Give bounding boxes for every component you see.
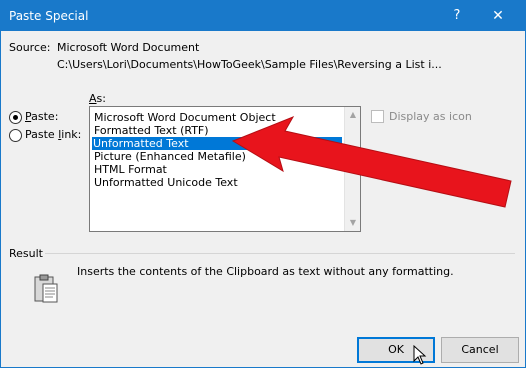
mouse-cursor-icon	[413, 344, 427, 365]
clipboard-icon	[31, 273, 63, 305]
paste-radio-label[interactable]: Paste:	[25, 110, 58, 123]
paste-radio[interactable]	[9, 111, 22, 124]
list-item[interactable]: Formatted Text (RTF)	[93, 124, 211, 137]
source-label: Source:	[9, 41, 51, 54]
close-button[interactable]: ✕	[485, 5, 511, 27]
paste-special-dialog: Paste Special ? ✕ Source: Microsoft Word…	[0, 0, 526, 368]
cancel-button[interactable]: Cancel	[441, 337, 519, 363]
dialog-title: Paste Special	[9, 9, 89, 23]
paste-link-radio[interactable]	[9, 129, 22, 142]
paste-link-radio-label[interactable]: Paste link:	[25, 128, 81, 141]
list-item[interactable]: HTML Format	[93, 163, 169, 176]
result-label: Result	[9, 247, 43, 260]
source-path: C:\Users\Lori\Documents\HowToGeek\Sample…	[57, 58, 442, 71]
result-divider	[45, 253, 515, 254]
as-label: As:	[89, 92, 106, 105]
annotation-arrow-icon	[231, 116, 512, 208]
source-name: Microsoft Word Document	[57, 41, 200, 54]
list-item[interactable]: Picture (Enhanced Metafile)	[93, 150, 248, 163]
help-button[interactable]: ?	[447, 6, 467, 26]
list-item[interactable]: Unformatted Unicode Text	[93, 176, 240, 189]
result-description: Inserts the contents of the Clipboard as…	[77, 265, 454, 278]
title-bar[interactable]: Paste Special ? ✕	[1, 1, 525, 31]
